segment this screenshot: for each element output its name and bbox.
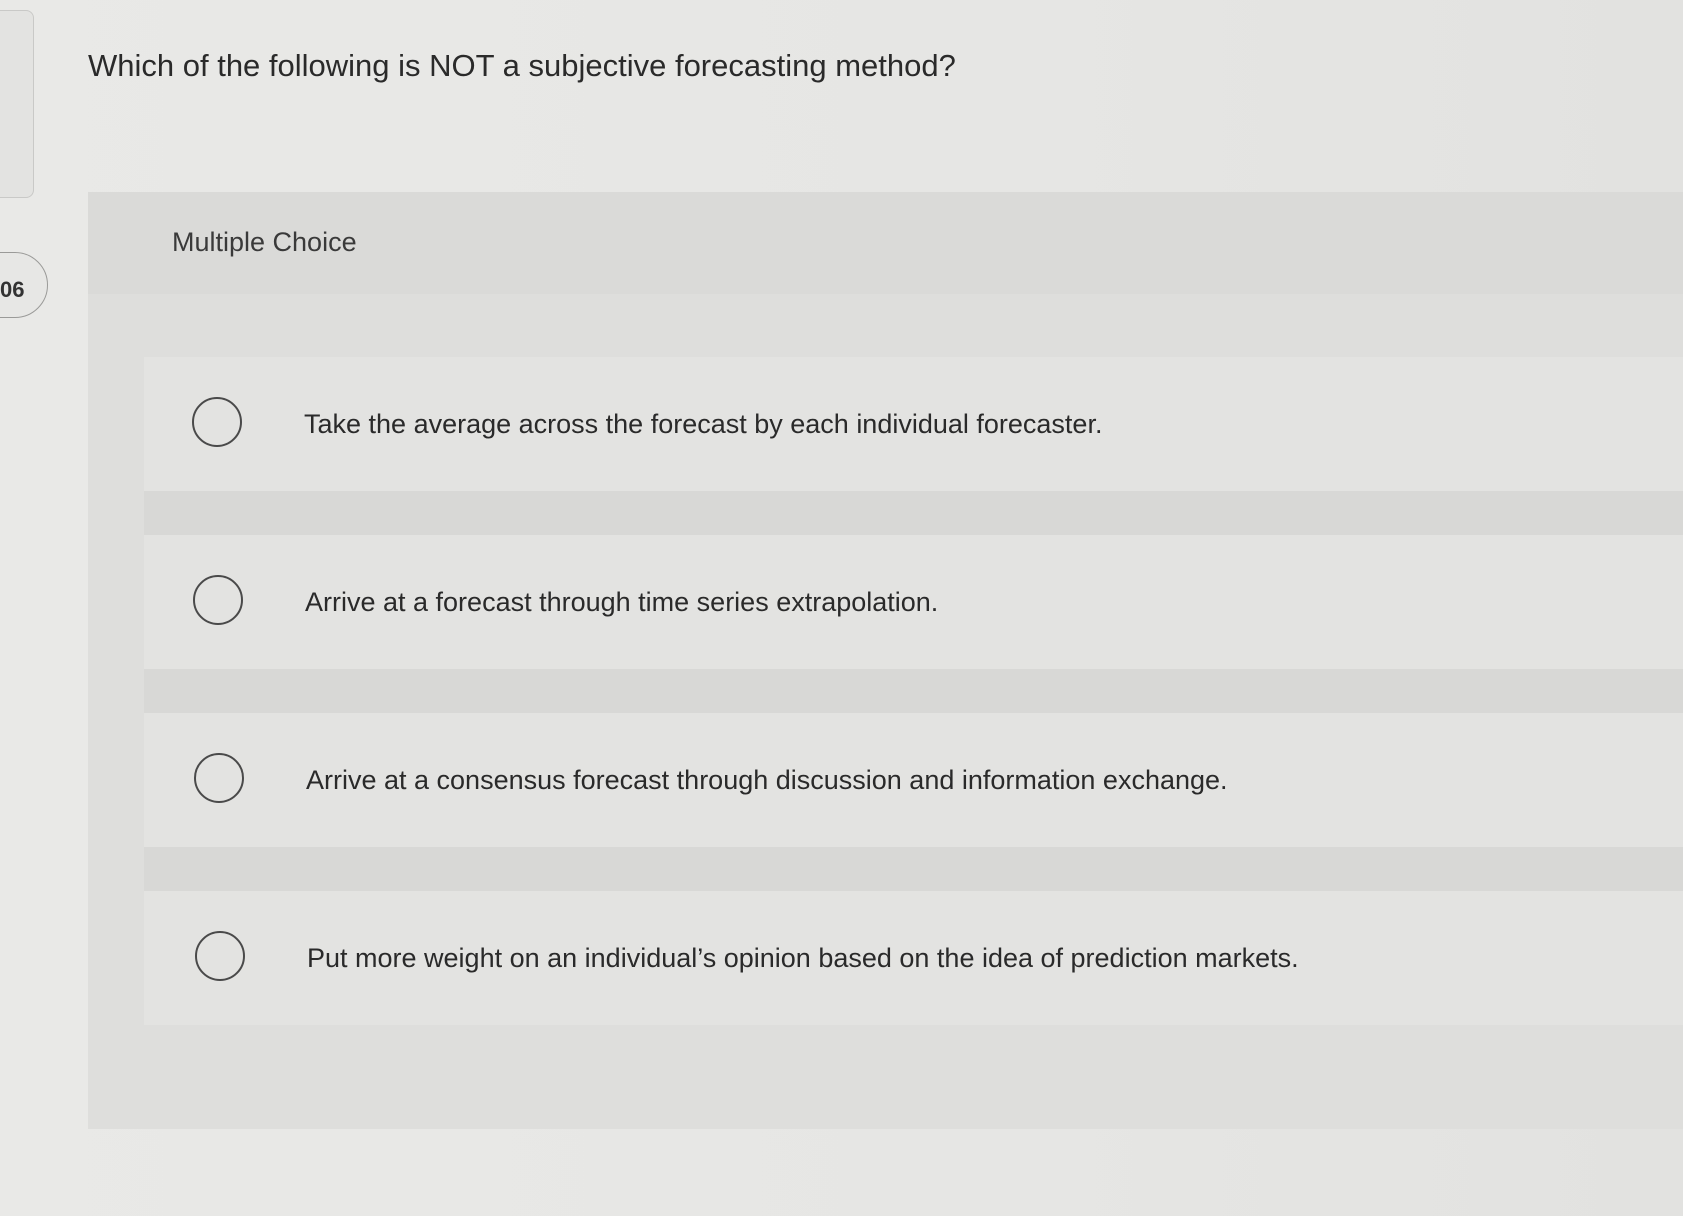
side-navigation-tab[interactable] (0, 10, 34, 198)
answer-option-label: Put more weight on an individual’s opini… (307, 943, 1299, 973)
radio-button-icon[interactable] (195, 931, 245, 981)
quiz-page: 06 Which of the following is NOT a subje… (0, 0, 1683, 1216)
answer-option-label: Arrive at a consensus forecast through d… (306, 765, 1228, 795)
answer-option-3[interactable]: Arrive at a consensus forecast through d… (144, 713, 1683, 847)
question-number: 06 (0, 277, 25, 302)
question-text: Which of the following is NOT a subjecti… (88, 48, 956, 83)
answer-option-label: Arrive at a forecast through time series… (305, 587, 939, 617)
answer-option-label: Take the average across the forecast by … (304, 409, 1103, 439)
answer-option-1[interactable]: Take the average across the forecast by … (144, 357, 1683, 491)
question-type-label: Multiple Choice (172, 227, 357, 257)
option-divider (144, 491, 1683, 535)
answer-option-2[interactable]: Arrive at a forecast through time series… (144, 535, 1683, 669)
option-divider (144, 847, 1683, 891)
radio-button-icon[interactable] (193, 575, 243, 625)
radio-button-icon[interactable] (192, 397, 242, 447)
radio-button-icon[interactable] (194, 753, 244, 803)
answer-option-4[interactable]: Put more weight on an individual’s opini… (144, 891, 1683, 1025)
option-divider (144, 669, 1683, 713)
